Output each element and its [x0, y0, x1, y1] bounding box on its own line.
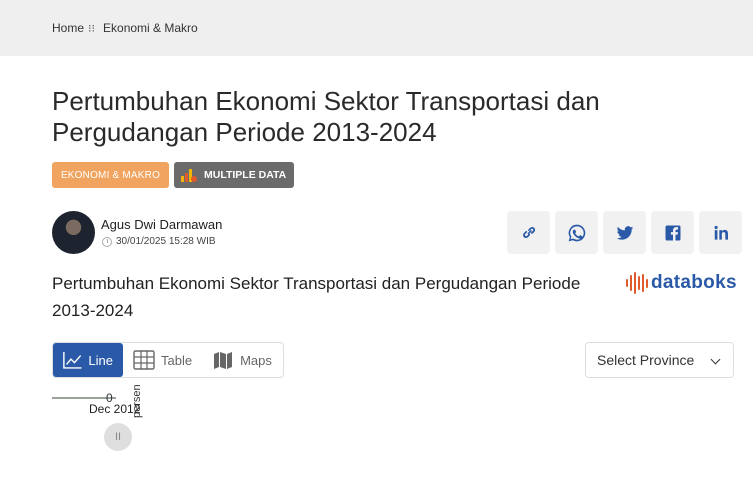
breadcrumb-bar: Home ⁝⁝ Ekonomi & Makro — [0, 0, 753, 56]
province-select[interactable]: Select Province — [585, 342, 734, 378]
map-icon — [214, 352, 233, 369]
tab-line-label: Line — [88, 352, 113, 368]
clock-icon — [102, 236, 112, 247]
twitter-icon — [616, 225, 633, 240]
chevron-down-icon — [710, 354, 721, 365]
author-avatar — [52, 211, 95, 254]
breadcrumb: Home ⁝⁝ Ekonomi & Makro — [52, 21, 198, 35]
table-icon — [133, 350, 155, 370]
line-chart-icon — [63, 352, 82, 369]
tab-line[interactable]: Line — [53, 343, 123, 377]
pause-button[interactable]: II — [104, 423, 132, 451]
x-tick-label: Dec 2012 — [89, 402, 141, 416]
multiple-data-badge[interactable]: MULTIPLE DATA — [174, 162, 294, 188]
facebook-icon — [665, 225, 680, 240]
logo-mark-icon — [626, 272, 648, 294]
linkedin-icon — [714, 225, 728, 240]
share-linkedin-button[interactable] — [699, 211, 742, 254]
tab-table[interactable]: Table — [123, 343, 202, 377]
page-title: Pertumbuhan Ekonomi Sektor Transportasi … — [52, 86, 600, 147]
multiple-data-label: MULTIPLE DATA — [204, 169, 287, 181]
tab-maps-label: Maps — [240, 352, 272, 368]
whatsapp-icon — [568, 224, 585, 241]
chart-title: Pertumbuhan Ekonomi Sektor Transportasi … — [52, 274, 581, 320]
share-facebook-button[interactable] — [651, 211, 694, 254]
share-whatsapp-button[interactable] — [555, 211, 598, 254]
author-name[interactable]: Agus Dwi Darmawan — [101, 217, 222, 232]
breadcrumb-category[interactable]: Ekonomi & Makro — [103, 21, 198, 35]
category-badge[interactable]: EKONOMI & MAKRO — [52, 162, 169, 188]
publish-date: 30/01/2025 15:28 WIB — [102, 236, 216, 247]
chart-bars-icon — [180, 167, 198, 183]
tab-maps[interactable]: Maps — [202, 343, 282, 377]
link-icon — [522, 226, 535, 238]
share-link-button[interactable] — [507, 211, 550, 254]
tab-table-label: Table — [161, 352, 193, 368]
publish-date-text: 30/01/2025 15:28 WIB — [116, 236, 216, 247]
share-twitter-button[interactable] — [603, 211, 646, 254]
chart-view-tabs: Line Table Maps — [52, 342, 284, 378]
breadcrumb-separator-icon: ⁝⁝ — [88, 22, 96, 35]
databoks-logo: databoks — [626, 272, 737, 294]
logo-text: databoks — [651, 272, 737, 293]
breadcrumb-home[interactable]: Home — [52, 21, 84, 35]
province-select-label: Select Province — [597, 352, 695, 368]
